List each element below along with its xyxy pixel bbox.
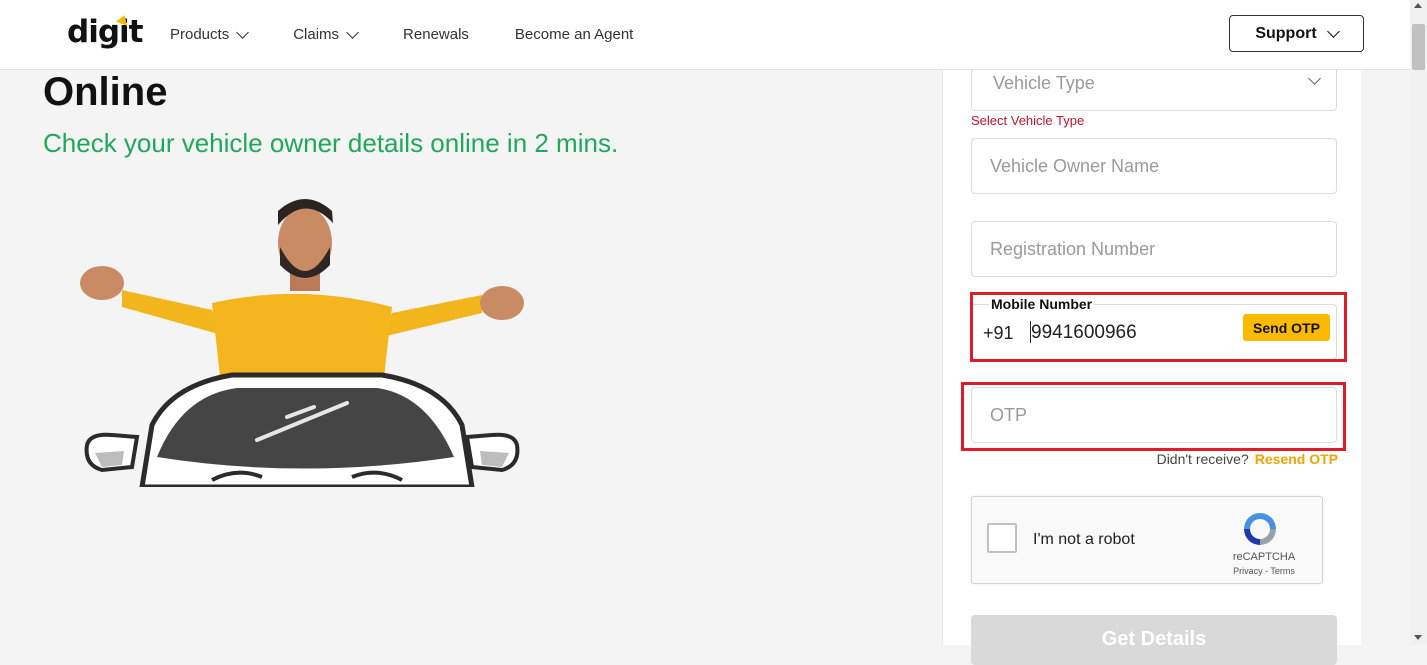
nav-claims[interactable]: Claims: [293, 25, 359, 43]
vehicle-type-placeholder: Vehicle Type: [993, 72, 1095, 93]
resend-prompt: Didn't receive?: [1156, 451, 1249, 467]
registration-number-input[interactable]: [971, 221, 1337, 277]
nav-claims-label: Claims: [293, 26, 340, 43]
recaptcha-widget: I'm not a robot reCAPTCHA Privacy - Term…: [971, 496, 1323, 584]
get-details-button[interactable]: Get Details: [971, 615, 1337, 665]
recaptcha-privacy-terms[interactable]: Privacy - Terms: [1224, 566, 1304, 576]
scroll-down-icon[interactable]: [1414, 635, 1422, 640]
recaptcha-label: I'm not a robot: [1033, 531, 1135, 548]
mobile-highlight-box: [970, 292, 1347, 362]
otp-highlight-box: [961, 382, 1346, 451]
nav-products-label: Products: [170, 26, 230, 43]
main-nav: Products Claims Renewals Become an Agent: [170, 0, 679, 69]
resend-row: Didn't receive? Resend OTP: [1157, 451, 1338, 467]
support-button-label: Support: [1255, 24, 1317, 42]
recaptcha-brand: reCAPTCHA: [1232, 551, 1296, 563]
recaptcha-checkbox[interactable]: [987, 523, 1017, 553]
support-button[interactable]: Support: [1229, 15, 1364, 52]
nav-products[interactable]: Products: [170, 25, 250, 43]
nav-become-agent-label: Become an Agent: [514, 26, 634, 43]
nav-renewals[interactable]: Renewals: [403, 26, 469, 43]
recaptcha-logo-icon: [1244, 513, 1276, 545]
vehicle-owner-form: Vehicle Type Select Vehicle Type Mobile …: [942, 55, 1361, 665]
nav-become-agent[interactable]: Become an Agent: [515, 26, 633, 43]
hero-illustration: [80, 199, 524, 487]
page-title: Online: [43, 70, 168, 114]
page-subtitle: Check your vehicle owner details online …: [43, 128, 619, 158]
vehicle-type-error: Select Vehicle Type: [971, 113, 1085, 128]
digit-logo[interactable]: digit: [67, 14, 143, 50]
chevron-down-icon: [1326, 24, 1340, 38]
chevron-down-icon: [236, 25, 250, 39]
nav-renewals-label: Renewals: [403, 26, 469, 43]
scroll-up-icon[interactable]: [1414, 3, 1422, 8]
resend-otp-link[interactable]: Resend OTP: [1255, 451, 1338, 467]
chevron-down-icon: [1308, 72, 1321, 85]
chevron-down-icon: [346, 25, 359, 39]
page-scrollbar[interactable]: [1410, 0, 1427, 645]
owner-name-input[interactable]: [971, 138, 1337, 194]
scrollbar-thumb[interactable]: [1412, 24, 1425, 70]
site-header: digit Products Claims Renewals Become an…: [0, 0, 1410, 70]
